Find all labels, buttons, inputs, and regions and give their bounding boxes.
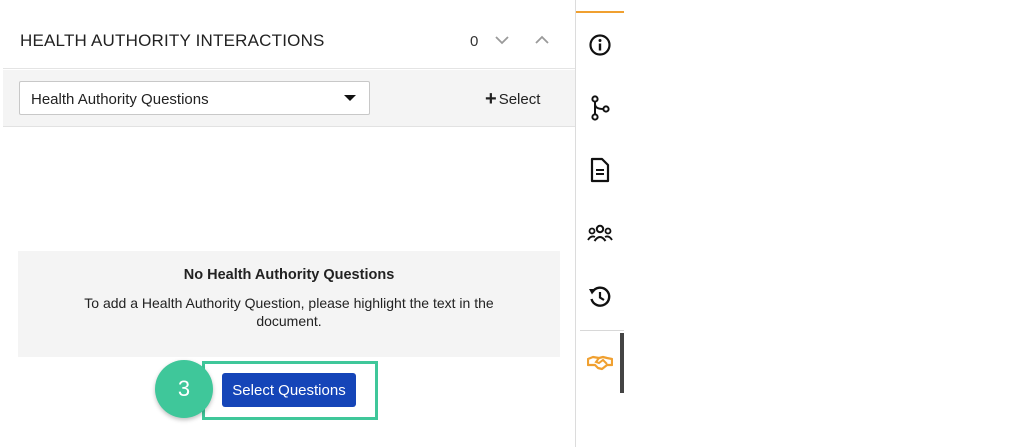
- panel-title: HEALTH AUTHORITY INTERACTIONS: [20, 31, 325, 50]
- add-select-button[interactable]: + Select: [485, 89, 540, 109]
- caret-down-icon: [344, 95, 356, 101]
- sidebar-item-workflow[interactable]: [576, 83, 624, 133]
- sidebar-item-info[interactable]: [576, 20, 624, 70]
- select-questions-button[interactable]: Select Questions: [222, 373, 356, 407]
- plus-icon: +: [485, 88, 497, 110]
- group-icon: [587, 223, 613, 245]
- chevron-up-icon[interactable]: [533, 33, 551, 47]
- document-icon: [589, 157, 611, 183]
- empty-state-description: To add a Health Authority Question, plea…: [84, 295, 494, 329]
- filter-bar: Health Authority Questions + Select: [3, 70, 575, 127]
- sidebar-divider: [580, 330, 624, 331]
- sidebar-item-interactions[interactable]: [576, 338, 624, 388]
- panel-header: HEALTH AUTHORITY INTERACTIONS 0: [3, 13, 575, 69]
- sidebar-item-document[interactable]: [576, 145, 624, 195]
- workflow-branch-icon: [588, 95, 612, 121]
- select-value: Health Authority Questions: [31, 91, 209, 108]
- sidebar-item-team[interactable]: [576, 209, 624, 259]
- add-select-label: Select: [498, 90, 541, 108]
- handshake-icon: [587, 354, 613, 372]
- question-type-select[interactable]: Health Authority Questions: [19, 81, 370, 115]
- active-indicator: [620, 333, 624, 393]
- empty-state-title: No Health Authority Questions: [183, 267, 395, 283]
- sidebar-item-history[interactable]: [576, 272, 624, 322]
- empty-state: No Health Authority Questions To add a H…: [18, 251, 560, 357]
- info-icon: [588, 33, 612, 57]
- history-icon: [587, 284, 613, 310]
- step-badge: 3: [155, 360, 213, 418]
- chevron-down-icon[interactable]: [493, 33, 511, 47]
- item-count: 0: [470, 33, 479, 50]
- right-sidebar: [576, 13, 624, 447]
